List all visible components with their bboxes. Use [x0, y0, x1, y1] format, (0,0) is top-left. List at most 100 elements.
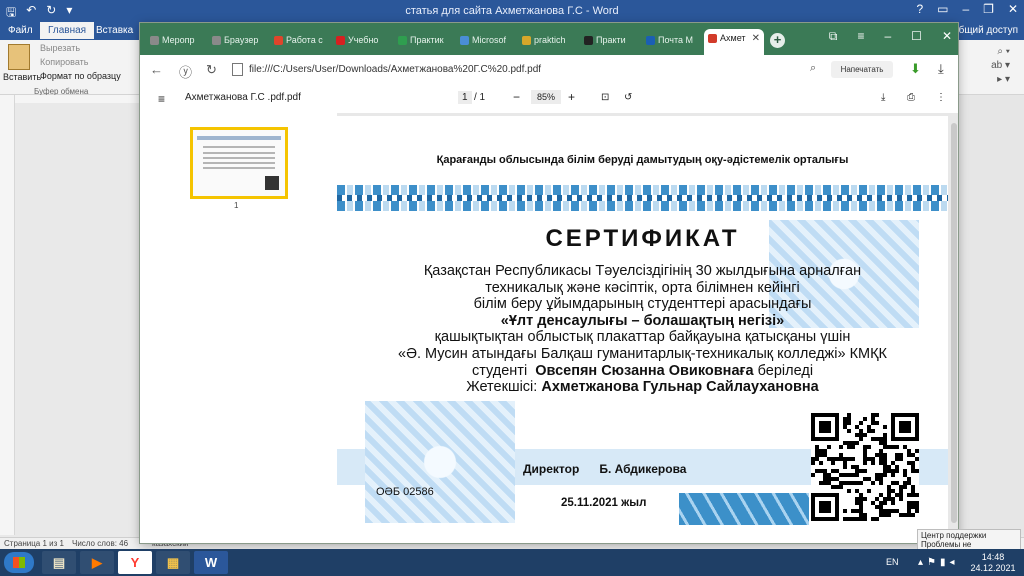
thumbnail-line [203, 146, 275, 148]
ribbon-select-icon[interactable]: ▸ ▾ [997, 74, 1010, 85]
pdf-filename: Ахметжанова Г.С .pdf.pdf [185, 92, 301, 103]
paste-button[interactable]: Вставить [3, 44, 41, 82]
thumbnail-pane: 1 [140, 113, 338, 543]
pdf-viewer: Қарағанды облысында білім беруді дамытуд… [337, 113, 958, 543]
qr-code [811, 413, 919, 521]
new-tab-button[interactable]: + [770, 33, 785, 48]
more-options-icon[interactable]: ⋮ [936, 92, 946, 103]
clipboard-icon [8, 44, 30, 70]
recipient-line: студенті Овсепян Сюзанна Овиковнаға бері… [471, 362, 814, 379]
maximize-icon[interactable]: ❐ [983, 2, 994, 16]
word-document-area [960, 95, 1024, 535]
copy-button[interactable]: Копировать [40, 57, 88, 67]
translate-button[interactable]: Напечатать [831, 61, 893, 78]
zoom-in-icon[interactable]: + [568, 90, 575, 104]
media-player-taskbar-icon[interactable]: ▶ [80, 551, 114, 574]
file-manager-taskbar-icon[interactable]: ▦ [156, 551, 190, 574]
browser-tab[interactable]: Microsof [456, 31, 512, 51]
menu-icon[interactable]: ≡ [857, 29, 864, 44]
browser-tab[interactable]: Браузер [208, 31, 264, 51]
download-manager-icon[interactable]: ⬇ [910, 61, 921, 77]
thumbnail-line [203, 152, 275, 154]
browser-tab[interactable]: praktich [518, 31, 574, 51]
browser-tab[interactable]: Учебно [332, 31, 388, 51]
address-bar[interactable]: file:///C:/Users/User/Downloads/Ахметжан… [232, 61, 788, 79]
word-taskbar-icon[interactable]: W [194, 551, 228, 574]
ornament-bottom-center [679, 493, 809, 525]
word-window-controls: ? ▭ – ❐ ✕ [916, 2, 1018, 16]
tab-home[interactable]: Главная [40, 22, 95, 39]
help-icon[interactable]: ? [916, 2, 923, 16]
start-button[interactable] [4, 552, 34, 573]
thumbnail-page-number: 1 [234, 201, 239, 210]
minimize-icon[interactable]: – [962, 2, 969, 16]
cut-button[interactable]: Вырезать [40, 43, 80, 53]
download-icon[interactable]: ⤓ [881, 92, 885, 103]
input-language[interactable]: EN [886, 557, 899, 567]
print-icon[interactable]: ⎙ [907, 92, 915, 103]
format-painter-button[interactable]: Формат по образцу [40, 71, 121, 81]
browser-tab-active[interactable]: Ахмет ✕ [704, 29, 764, 55]
yandex-browser-taskbar-icon[interactable]: Y [118, 551, 152, 574]
vertical-ruler [0, 95, 15, 535]
taskbar: ▤ ▶ Y ▦ W EN ▴⚑▮◂ 14:48 24.12.2021 [0, 549, 1024, 576]
tab-insert[interactable]: Вставка [96, 25, 133, 36]
issuing-organization: Қарағанды облысында білім беруді дамытуд… [436, 154, 849, 166]
back-icon[interactable]: ← [150, 62, 163, 77]
tab-favicon-icon [150, 36, 159, 45]
explorer-taskbar-icon[interactable]: ▤ [42, 551, 76, 574]
vertical-scrollbar[interactable] [951, 123, 957, 523]
downloads-icon[interactable]: ⤓ [938, 61, 944, 77]
zoom-level[interactable]: 85% [531, 90, 562, 104]
qr-code-image [811, 413, 919, 521]
browser-tab[interactable]: Почта М [642, 31, 698, 51]
pdf-toolbar: ≡ Ахметжанова Г.С .pdf.pdf 1 / 1 − 85% +… [140, 85, 958, 114]
browser-toolbar: ← ⓨ ↻ file:///C:/Users/User/Downloads/Ах… [140, 55, 958, 86]
maximize-icon[interactable]: ☐ [911, 29, 922, 44]
browser-tab-strip: Меропр Браузер Работа с Учебно Практик M… [140, 23, 958, 55]
page-number-input[interactable]: 1 [458, 91, 472, 104]
status-page[interactable]: Страница 1 из 1 [4, 539, 64, 548]
address-text: file:///C:/Users/User/Downloads/Ахметжан… [249, 64, 542, 75]
ribbon-display-icon[interactable]: ▭ [937, 2, 948, 16]
tab-file[interactable]: Файл [8, 25, 33, 36]
certificate-code: ОӘБ 02586 [376, 486, 434, 498]
zoom-out-icon[interactable]: − [513, 90, 520, 104]
browser-tab[interactable]: Меропр [146, 31, 202, 51]
system-clock[interactable]: 14:48 24.12.2021 [968, 552, 1018, 574]
student-name: Овсепян Сюзанна Овиковнаға [535, 362, 754, 379]
clock-time: 14:48 [981, 552, 1005, 562]
browser-tab[interactable]: Практи [580, 31, 636, 51]
browser-window: Меропр Браузер Работа с Учебно Практик M… [140, 23, 958, 543]
tab-favicon-icon [460, 36, 469, 45]
tab-favicon-icon [646, 36, 655, 45]
tab-label: Microsof [472, 35, 507, 45]
clock-date: 24.12.2021 [970, 563, 1016, 573]
close-tab-icon[interactable]: ✕ [752, 33, 760, 44]
rotate-icon[interactable]: ↺ [624, 92, 632, 103]
tab-actions-icon[interactable]: ⧉ [829, 29, 838, 44]
thumbnail-qr [265, 176, 279, 190]
certificate-date: 25.11.2021 жыл [561, 497, 647, 509]
ribbon-find-icon[interactable]: ⌕ ▾ [997, 46, 1010, 57]
page-thumbnail[interactable] [190, 127, 288, 199]
tab-label: Браузер [224, 35, 259, 45]
search-icon[interactable]: ⌕ [810, 62, 816, 75]
tray-icons[interactable]: ▴⚑▮◂ [918, 557, 959, 568]
fit-page-icon[interactable]: ⊡ [601, 92, 609, 103]
browser-tab[interactable]: Работа с [270, 31, 326, 51]
share-button[interactable]: Общий доступ [951, 25, 1018, 36]
contest-name: «Ұлт денсаулығы – болашақтың негізі» [500, 312, 785, 329]
ribbon-replace-icon[interactable]: ab ▾ [991, 60, 1010, 71]
paste-label: Вставить [3, 72, 42, 82]
browser-tab[interactable]: Практик [394, 31, 450, 51]
minimize-icon[interactable]: – [884, 29, 891, 44]
tab-favicon-icon [212, 36, 221, 45]
supervisor-name: Ахметжанова Гульнар Сайлаухановна [541, 379, 819, 396]
status-words[interactable]: Число слов: 46 [72, 539, 128, 548]
close-icon[interactable]: ✕ [1008, 2, 1018, 16]
yandex-protect-icon[interactable]: ⓨ [179, 62, 192, 81]
close-icon[interactable]: ✕ [942, 29, 952, 44]
sidebar-toggle-icon[interactable]: ≡ [158, 92, 165, 106]
reload-icon[interactable]: ↻ [206, 62, 217, 78]
